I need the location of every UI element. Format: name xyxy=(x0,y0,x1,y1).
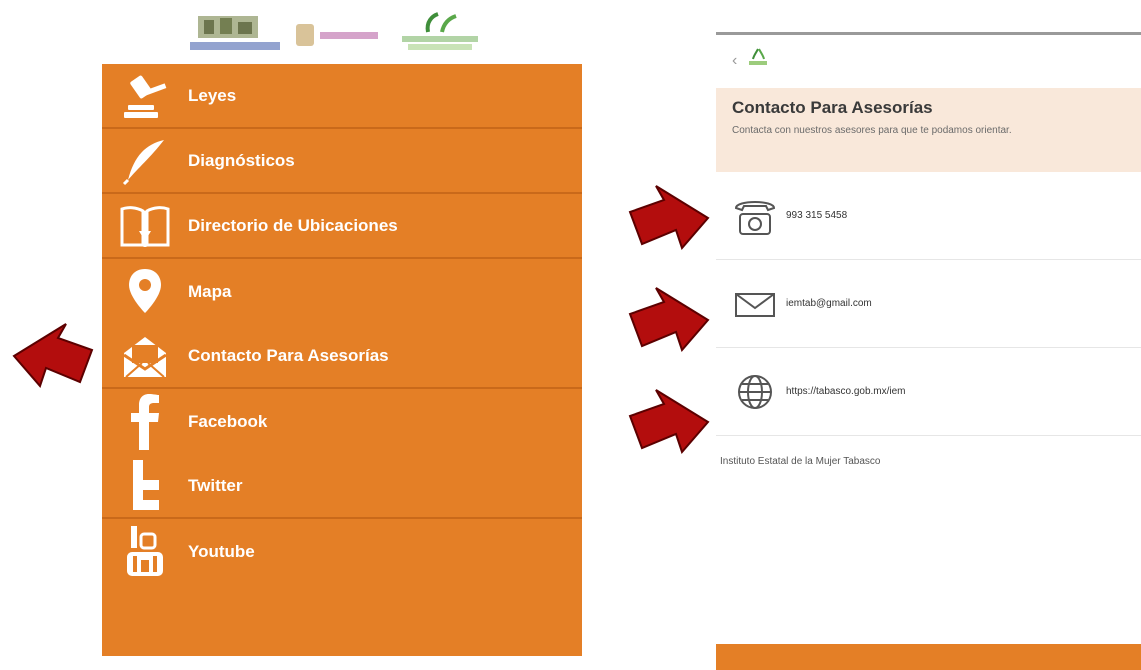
pointer-arrow-icon xyxy=(628,287,710,352)
menu-item-label: Youtube xyxy=(188,541,255,561)
menu-item-mapa[interactable]: Mapa xyxy=(102,259,582,324)
contact-header: Contacto Para Asesorías Contacta con nue… xyxy=(716,88,1141,172)
pointer-arrow-icon xyxy=(12,323,94,388)
feather-icon xyxy=(116,133,174,189)
page-title: Contacto Para Asesorías xyxy=(732,98,933,117)
header-logo-3 xyxy=(402,12,478,50)
back-chevron-icon[interactable]: ‹ xyxy=(732,52,737,70)
pointer-arrow-icon xyxy=(628,389,710,454)
menu-item-label: Leyes xyxy=(188,85,237,105)
bottom-bar xyxy=(716,644,1141,670)
menu-item-label: Facebook xyxy=(188,411,268,431)
menu-item-diagnosticos[interactable]: Diagnósticos xyxy=(102,129,582,194)
menu-item-youtube[interactable]: Youtube xyxy=(102,519,582,584)
twitter-icon xyxy=(116,458,174,514)
pointer-arrow-icon xyxy=(628,185,710,250)
logo-strip xyxy=(190,8,490,58)
page-subtitle: Contacta con nuestros asesores para que … xyxy=(732,125,1012,136)
institution-footer: Instituto Estatal de la Mujer Tabasco xyxy=(720,456,881,467)
gavel-icon xyxy=(116,68,174,124)
youtube-icon xyxy=(116,524,174,580)
menu-item-twitter[interactable]: Twitter xyxy=(102,454,582,519)
menu-item-contacto[interactable]: Contacto Para Asesorías xyxy=(102,324,582,389)
menu-item-leyes[interactable]: Leyes xyxy=(102,64,582,129)
globe-icon xyxy=(738,375,772,409)
header-logo-1 xyxy=(190,16,280,50)
app-bar xyxy=(716,35,1141,87)
telephone-icon xyxy=(734,201,776,235)
contact-phone-text: 993 315 5458 xyxy=(786,210,848,221)
menu-item-facebook[interactable]: Facebook xyxy=(102,389,582,454)
menu-item-directorio[interactable]: Directorio de Ubicaciones xyxy=(102,194,582,259)
book-icon xyxy=(116,198,174,254)
mail-icon xyxy=(735,293,775,317)
header-logo-tabasco xyxy=(296,24,378,46)
contact-email-text: iemtab@gmail.com xyxy=(786,298,872,309)
contact-row-email[interactable]: iemtab@gmail.com xyxy=(716,260,1141,348)
side-menu: Leyes Diagnósticos Directorio de Ubicaci… xyxy=(102,64,582,656)
contact-website-text: https://tabasco.gob.mx/iem xyxy=(786,386,906,397)
contact-row-phone[interactable]: 993 315 5458 xyxy=(716,172,1141,260)
facebook-icon xyxy=(116,393,174,450)
map-pin-icon xyxy=(116,264,174,320)
envelope-open-icon xyxy=(116,328,174,384)
menu-item-label: Contacto Para Asesorías xyxy=(188,345,389,365)
contact-row-website[interactable]: https://tabasco.gob.mx/iem xyxy=(716,348,1141,436)
menu-item-label: Mapa xyxy=(188,281,232,301)
menu-item-label: Twitter xyxy=(188,475,243,495)
menu-item-label: Diagnósticos xyxy=(188,150,295,170)
app-logo-icon xyxy=(749,48,767,65)
menu-item-label: Directorio de Ubicaciones xyxy=(188,215,398,235)
